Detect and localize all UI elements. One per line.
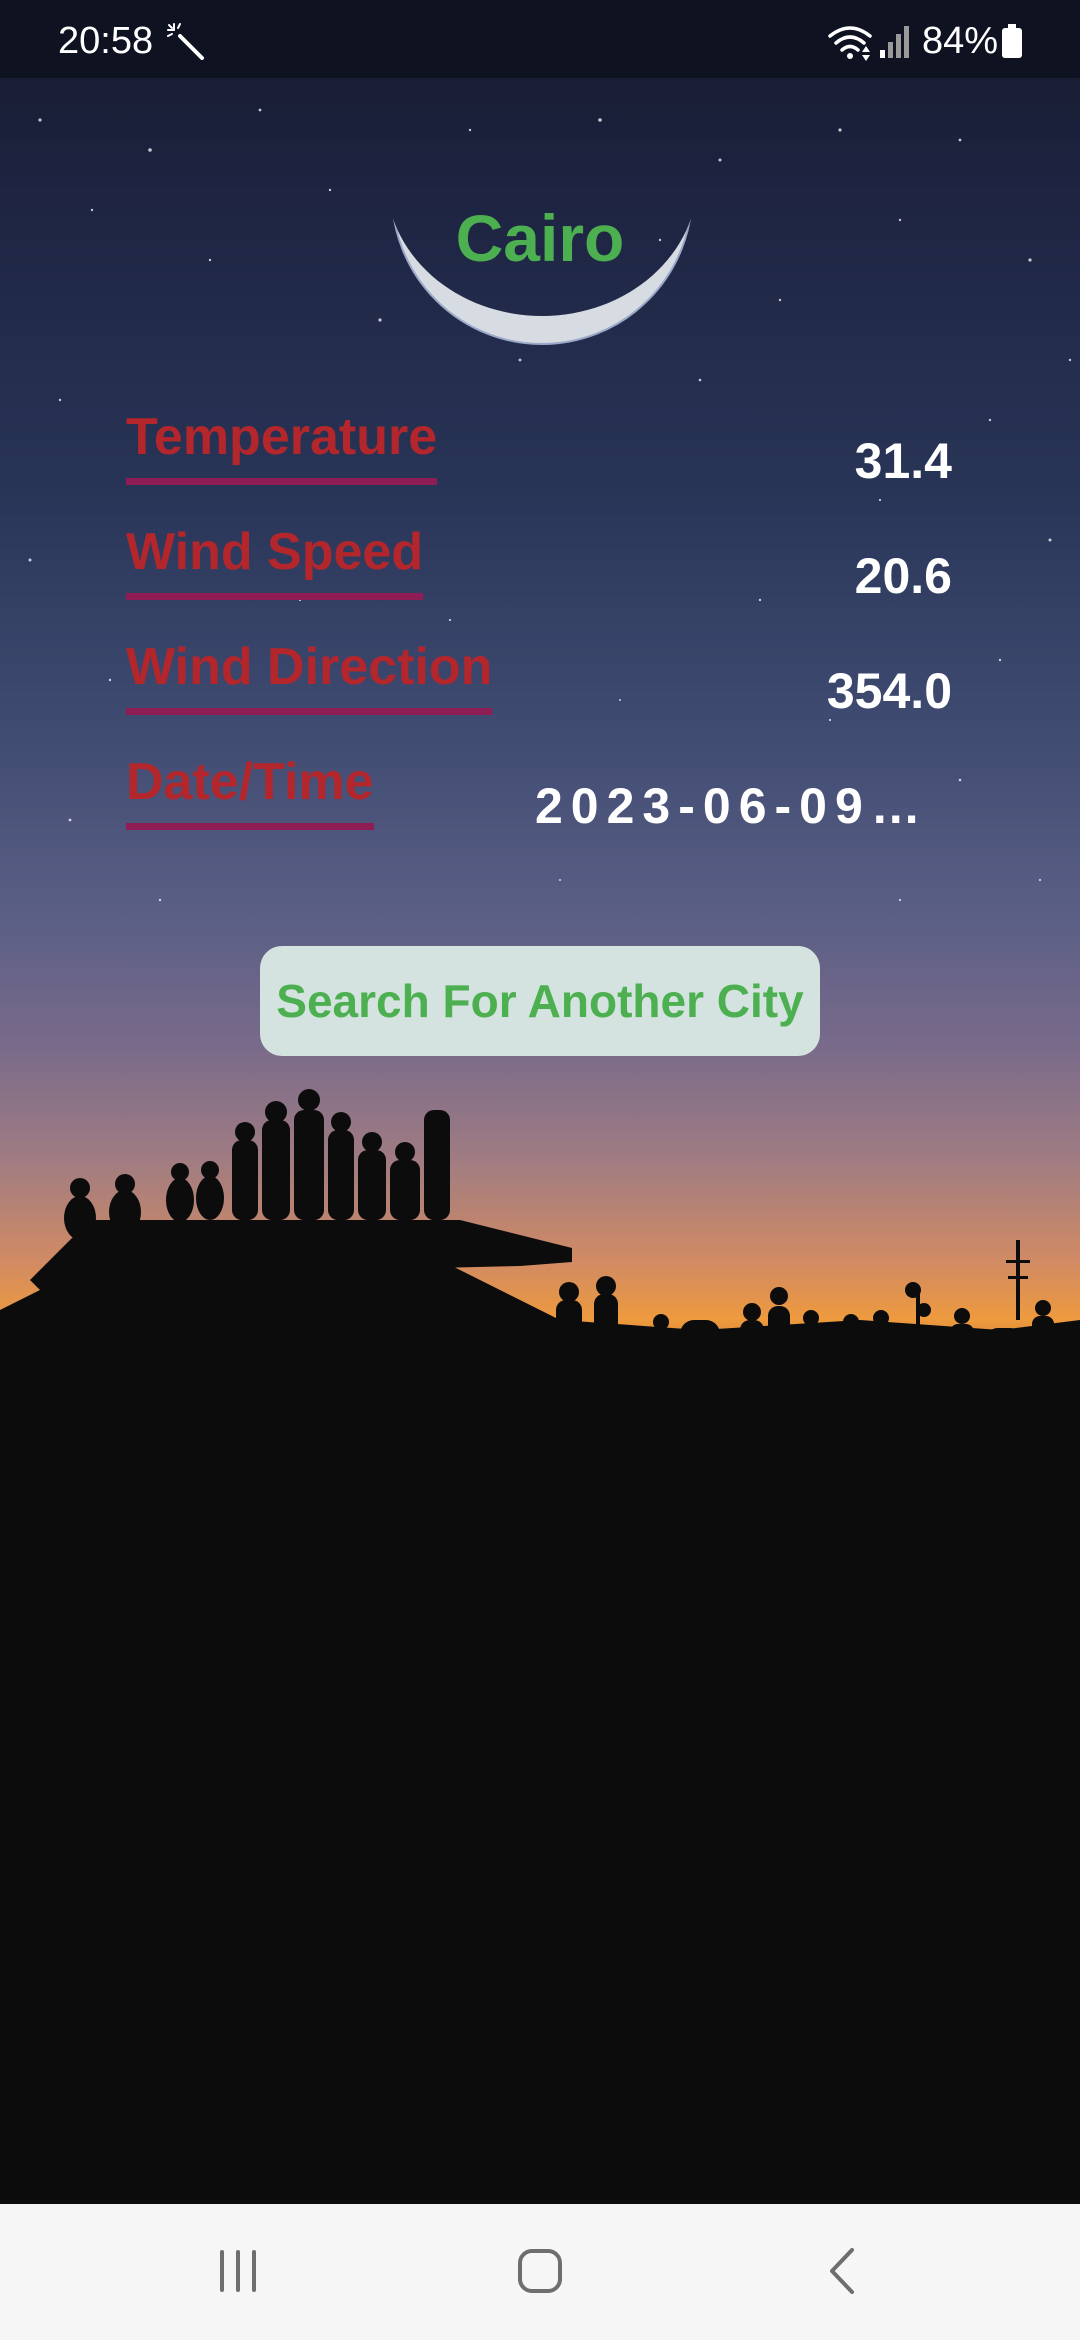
status-time: 20:58 bbox=[58, 20, 154, 62]
battery-percent: 84% bbox=[922, 20, 999, 62]
status-bar: 20:58 84% bbox=[0, 0, 1080, 78]
recent-apps-button[interactable] bbox=[198, 2236, 278, 2306]
temperature-label: Temperature bbox=[126, 406, 438, 485]
crowd-silhouette bbox=[0, 1089, 1080, 1520]
weather-screen: 20:58 84% Cairo Temperature 31.4 Wind Sp… bbox=[0, 0, 1080, 2340]
back-button[interactable] bbox=[802, 2236, 882, 2306]
battery-icon bbox=[1002, 24, 1022, 58]
wind-direction-value: 354.0 bbox=[826, 663, 952, 719]
navigation-bar bbox=[0, 2204, 1080, 2340]
datetime-label: Date/Time bbox=[126, 751, 374, 830]
wind-speed-value: 20.6 bbox=[854, 548, 952, 604]
recent-apps-icon bbox=[220, 2250, 256, 2292]
signal-icon bbox=[880, 26, 909, 58]
wind-direction-label: Wind Direction bbox=[126, 636, 493, 715]
city-title: Cairo bbox=[455, 201, 625, 275]
wand-icon bbox=[167, 23, 204, 60]
home-button[interactable] bbox=[500, 2236, 580, 2306]
wifi-icon bbox=[828, 26, 872, 61]
search-another-city-button[interactable]: Search For Another City bbox=[260, 946, 820, 1056]
back-icon bbox=[830, 2248, 854, 2294]
datetime-value: 2023-06-09... bbox=[535, 778, 935, 834]
temperature-value: 31.4 bbox=[854, 433, 952, 489]
home-icon bbox=[518, 2249, 562, 2293]
wind-speed-label: Wind Speed bbox=[126, 521, 424, 600]
